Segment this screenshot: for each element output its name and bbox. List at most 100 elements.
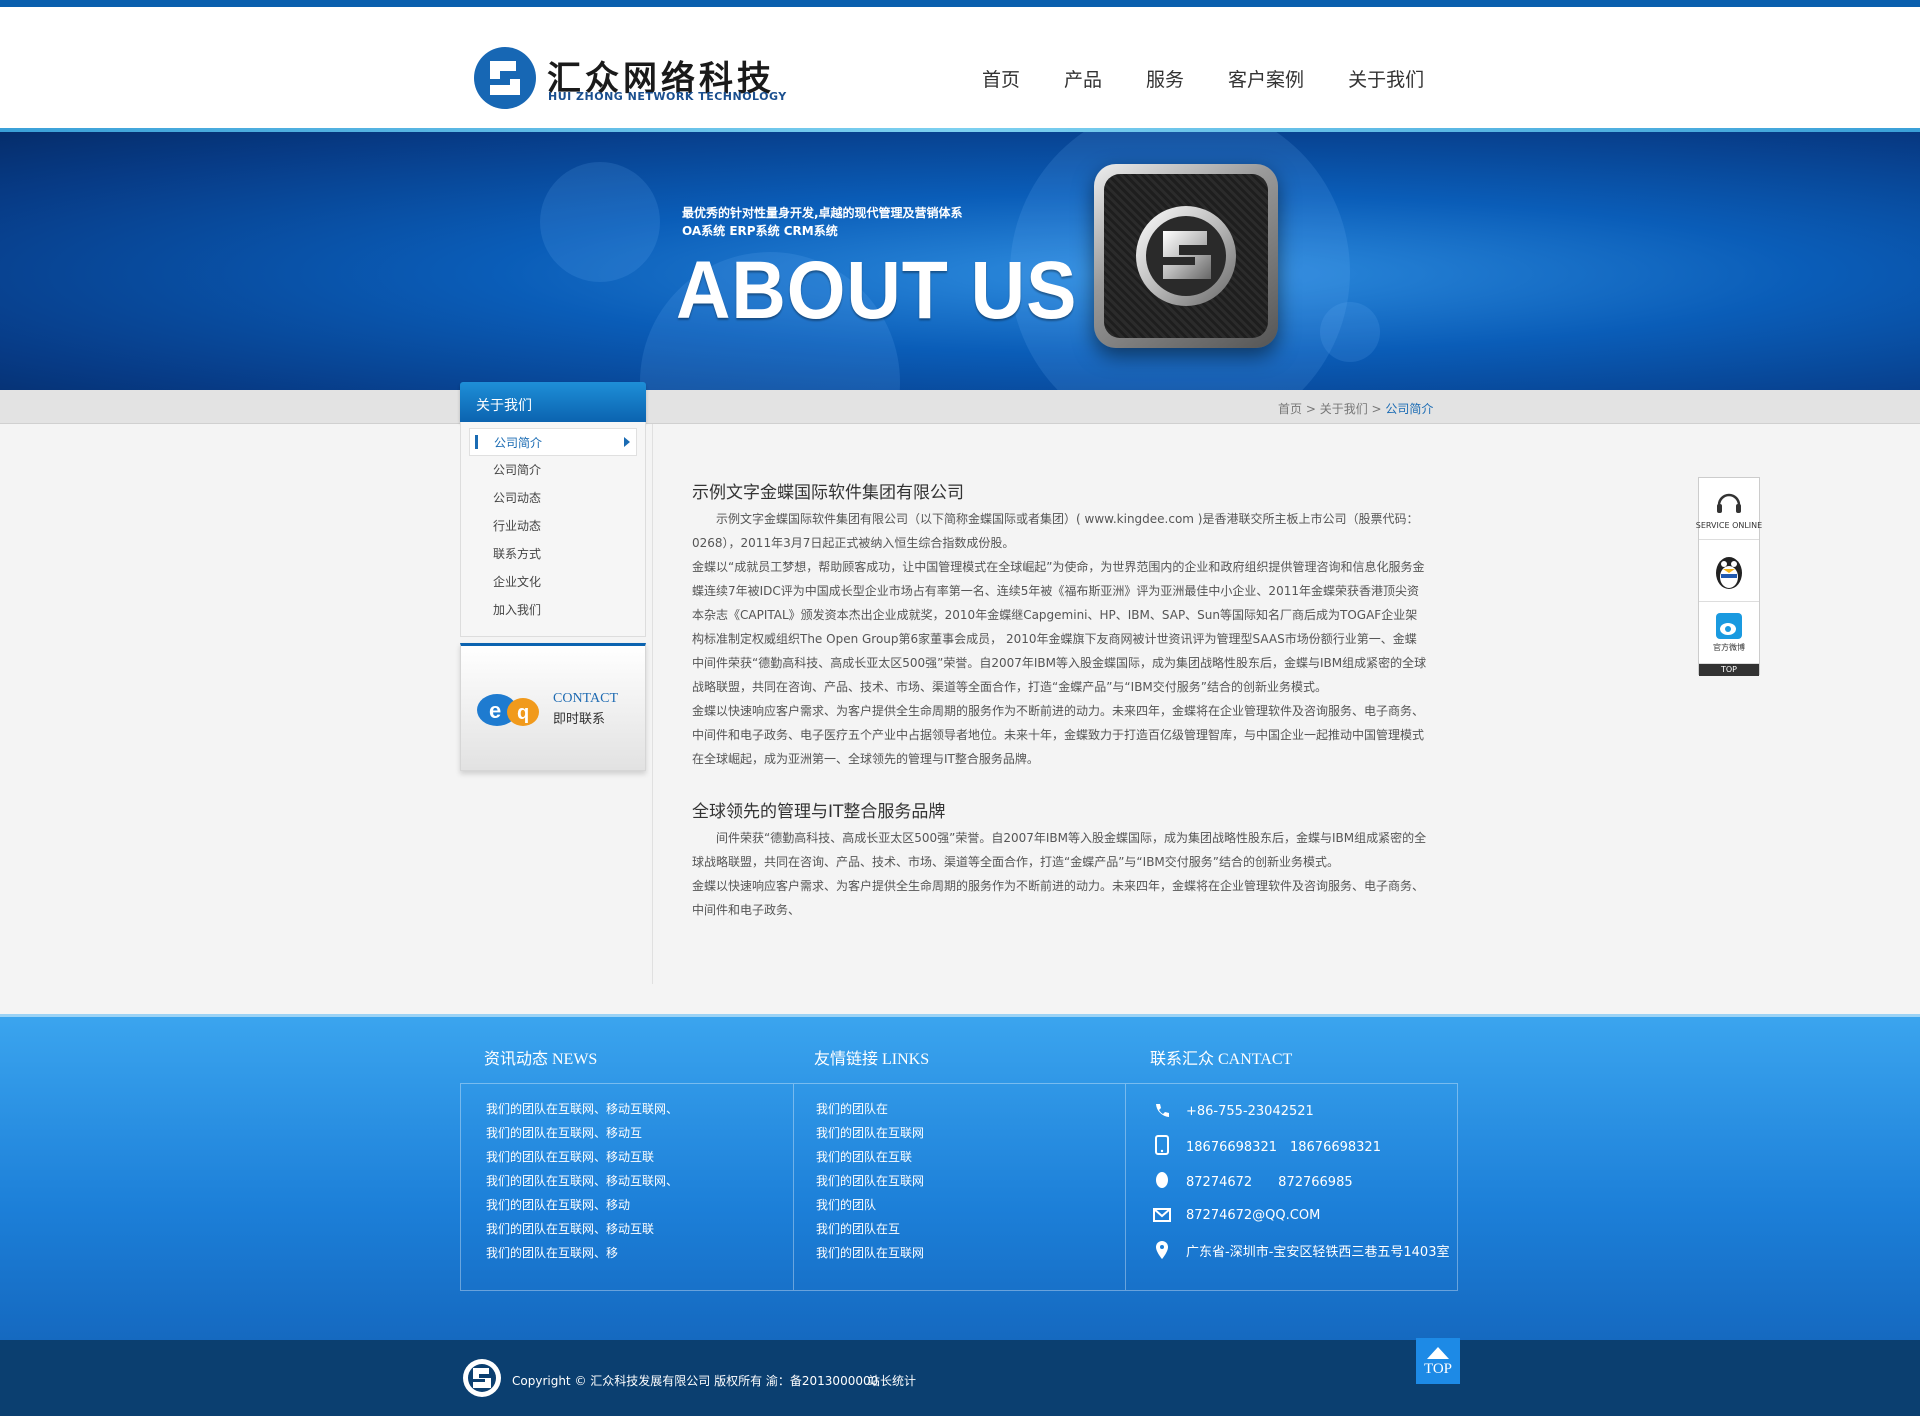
article-paragraph: 金蝶以快速响应客户需求、为客户提供全生命周期的服务作为不断前进的动力。未来四年，… xyxy=(692,879,1425,917)
breadcrumb-separator: > xyxy=(1367,402,1386,416)
news-item[interactable]: 我们的团队在互联网、移动互联网、 xyxy=(486,1169,678,1193)
news-item[interactable]: 我们的团队在互联网、移动互 xyxy=(486,1121,678,1145)
back-to-top-label: TOP xyxy=(1423,1361,1453,1377)
footer-column-divider xyxy=(793,1084,794,1290)
sidebar-item-contact[interactable]: 联系方式 xyxy=(469,540,637,568)
top-accent-bar xyxy=(0,0,1920,7)
weibo-icon xyxy=(1716,612,1742,639)
contact-address: 广东省-深圳市-宝安区轻铁西三巷五号1403室 xyxy=(1152,1233,1449,1267)
contact-mobile: 18676698321 18676698321 xyxy=(1152,1128,1381,1162)
qq-number: 87274672 87276698​5 xyxy=(1186,1174,1353,1190)
sidebar-item-intro-active[interactable]: 公司简介 xyxy=(469,428,637,456)
sidebar-item-industry-news[interactable]: 行业动态 xyxy=(469,512,637,540)
logo[interactable]: 汇众网络科技 HUI ZHONG NETWORK TECHNOLOGY xyxy=(472,43,802,113)
banner-title: ABOUT US xyxy=(676,245,1078,336)
breadcrumb: 首页 > 关于我们 > 公司简介 xyxy=(1278,400,1433,417)
copyright-text: Copyright © 汇众科技发展有限公司 版权所有 渝：备201300000… xyxy=(512,1374,879,1388)
nav-about[interactable]: 关于我们 xyxy=(1326,65,1446,91)
article-paragraph: 示例文字金蝶国际软件集团有限公司（以下简称金蝶国际或者集团）( www.king… xyxy=(692,512,1419,550)
news-item[interactable]: 我们的团队在互联网、移动互联网、 xyxy=(486,1097,678,1121)
banner: 最优秀的针对性量身开发,卓越的现代管理及营销体系 OA系统 ERP系统 CRM系… xyxy=(0,132,1920,390)
nav-products[interactable]: 产品 xyxy=(1042,65,1124,91)
location-pin-icon xyxy=(1152,1240,1172,1260)
main-nav: 首页 产品 服务 客户案例 关于我们 xyxy=(960,65,1446,91)
logo-icon xyxy=(474,47,536,109)
sidebar-title: 关于我们 xyxy=(460,382,646,422)
back-to-top-button[interactable]: TOP xyxy=(1416,1338,1460,1384)
mobile-number: 18676698321 18676698321 xyxy=(1186,1139,1381,1155)
contact-phone: +86-755-23042521 xyxy=(1152,1094,1314,1128)
nav-cases[interactable]: 客户案例 xyxy=(1206,65,1326,91)
sidebar-item-culture[interactable]: 企业文化 xyxy=(469,568,637,596)
qq-button[interactable] xyxy=(1699,540,1759,602)
content-divider xyxy=(652,424,653,984)
mail-icon xyxy=(1152,1205,1172,1225)
contact-qq: 87274672 87276698​5 xyxy=(1152,1163,1353,1197)
news-item[interactable]: 我们的团队在互联网、移动互联 xyxy=(486,1217,678,1241)
nav-home[interactable]: 首页 xyxy=(960,65,1042,91)
header: 汇众网络科技 HUI ZHONG NETWORK TECHNOLOGY 首页 产… xyxy=(0,7,1920,130)
mobile-icon xyxy=(1152,1135,1172,1155)
link-item[interactable]: 我们的团队在互联网 xyxy=(816,1241,924,1265)
email-address[interactable]: 87274672@QQ.COM xyxy=(1186,1208,1320,1223)
links-title: 友情链接 LINKS xyxy=(814,1051,930,1068)
sidebar-item-company-news[interactable]: 公司动态 xyxy=(469,484,637,512)
site-stats-link[interactable]: 站长统计 xyxy=(868,1372,916,1389)
link-item[interactable]: 我们的团队在 xyxy=(816,1097,924,1121)
chat-bubbles-icon: e q xyxy=(477,694,539,726)
phone-number: +86-755-23042521 xyxy=(1186,1103,1314,1119)
contact-title: 联系汇众 CANTACT xyxy=(1150,1051,1293,1068)
news-item[interactable]: 我们的团队在互联网、移动 xyxy=(486,1193,678,1217)
link-item[interactable]: 我们的团队在互联网 xyxy=(816,1121,924,1145)
phone-icon xyxy=(1152,1101,1172,1121)
news-title: 资讯动态 NEWS xyxy=(484,1051,598,1068)
brand-emblem-icon xyxy=(1136,206,1236,306)
address-text: 广东省-深圳市-宝安区轻铁西三巷五号1403室 xyxy=(1186,1244,1450,1260)
footer-divider xyxy=(0,1014,1920,1017)
instant-contact-box[interactable]: e q CONTACT 即时联系 xyxy=(460,643,646,771)
article-paragraph: 间件荣获“德勤高科技、高成长亚太区500强”荣誉。自2007年IBM等入股金蝶国… xyxy=(692,831,1427,869)
sidebar-item-intro[interactable]: 公司简介 xyxy=(469,456,637,484)
article-paragraph: 金蝶以快速响应客户需求、为客户提供全生命周期的服务作为不断前进的动力。未来四年，… xyxy=(692,704,1425,766)
headset-icon xyxy=(1717,493,1741,513)
nav-services[interactable]: 服务 xyxy=(1124,65,1206,91)
floating-service-panel: SERVICE ONLINE 官方微博 TOP xyxy=(1695,477,1763,676)
service-online-label: SERVICE ONLINE xyxy=(1695,520,1763,530)
brand-subtitle: HUI ZHONG NETWORK TECHNOLOGY xyxy=(548,90,787,103)
banner-bubble xyxy=(540,162,660,282)
copyright-bar: Copyright © 汇众科技发展有限公司 版权所有 渝：备201300000… xyxy=(0,1340,1920,1416)
links-list: 我们的团队在 我们的团队在互联网 我们的团队在互联 我们的团队在互联网 我们的团… xyxy=(816,1097,924,1265)
up-arrow-icon xyxy=(1427,1347,1449,1359)
weibo-button[interactable]: 官方微博 xyxy=(1699,602,1759,664)
weibo-label: 官方微博 xyxy=(1713,642,1745,652)
breadcrumb-home[interactable]: 首页 xyxy=(1278,402,1302,416)
banner-app-icon xyxy=(1094,164,1278,348)
banner-slogan-2: OA系统 ERP系统 CRM系统 xyxy=(682,224,838,238)
contact-label-cn: 即时联系 xyxy=(553,712,606,727)
article-paragraph: 金蝶以“成就员工梦想，帮助顾客成功，让中国管理模式在全球崛起”为使命，为世界范围… xyxy=(692,560,1427,694)
article-heading-2: 全球领先的管理与IT整合服务品牌 xyxy=(692,802,946,822)
sidebar: 关于我们 公司简介 公司简介 公司动态 行业动态 联系方式 企业文化 加入我们 … xyxy=(460,382,646,771)
service-online-button[interactable]: SERVICE ONLINE xyxy=(1695,478,1763,540)
sidebar-item-join[interactable]: 加入我们 xyxy=(469,596,637,624)
contact-label-en: CONTACT xyxy=(553,691,618,706)
svg-text:q: q xyxy=(517,702,529,724)
link-item[interactable]: 我们的团队 xyxy=(816,1193,924,1217)
link-item[interactable]: 我们的团队在互联 xyxy=(816,1145,924,1169)
qq-penguin-icon xyxy=(1716,556,1742,589)
link-item[interactable]: 我们的团队在互 xyxy=(816,1217,924,1241)
panel-top-button[interactable]: TOP xyxy=(1699,664,1759,676)
footer-column-divider xyxy=(1125,1084,1126,1290)
article-heading-1: 示例文字金蝶国际软件集团有限公司 xyxy=(692,483,964,503)
breadcrumb-bar xyxy=(0,390,1920,424)
footer-logo-icon xyxy=(463,1359,501,1397)
breadcrumb-separator: > xyxy=(1302,402,1320,416)
qq-icon xyxy=(1152,1170,1172,1190)
breadcrumb-parent[interactable]: 关于我们 xyxy=(1320,402,1368,416)
news-item[interactable]: 我们的团队在互联网、移 xyxy=(486,1241,678,1265)
contact-email: 87274672@QQ.COM xyxy=(1152,1198,1320,1232)
news-list: 我们的团队在互联网、移动互联网、 我们的团队在互联网、移动互 我们的团队在互联网… xyxy=(486,1097,678,1265)
news-item[interactable]: 我们的团队在互联网、移动互联 xyxy=(486,1145,678,1169)
link-item[interactable]: 我们的团队在互联网 xyxy=(816,1169,924,1193)
breadcrumb-current: 公司简介 xyxy=(1385,402,1434,416)
